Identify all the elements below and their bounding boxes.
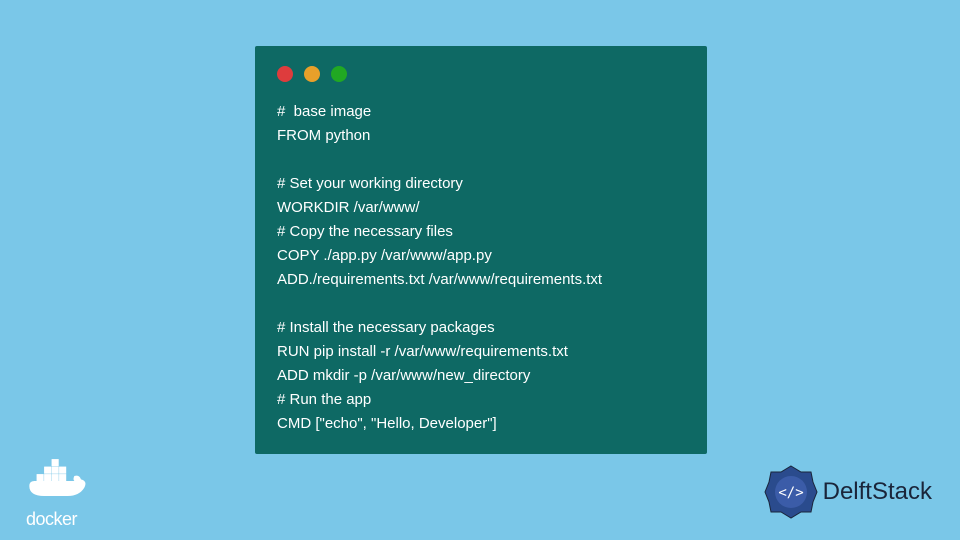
svg-text:</>: </>: [778, 485, 803, 501]
docker-text: docker: [26, 509, 106, 530]
docker-whale-icon: [26, 456, 96, 506]
minimize-icon[interactable]: [304, 66, 320, 82]
close-icon[interactable]: [277, 66, 293, 82]
code-window: # base image FROM python # Set your work…: [255, 46, 707, 454]
maximize-icon[interactable]: [331, 66, 347, 82]
traffic-lights: [277, 66, 685, 82]
code-content: # base image FROM python # Set your work…: [277, 100, 685, 436]
delftstack-badge-icon: </>: [763, 464, 819, 520]
docker-logo: docker: [26, 456, 106, 530]
delftstack-text: DelftStack: [823, 478, 932, 506]
delftstack-logo: </> DelftStack: [763, 464, 932, 520]
